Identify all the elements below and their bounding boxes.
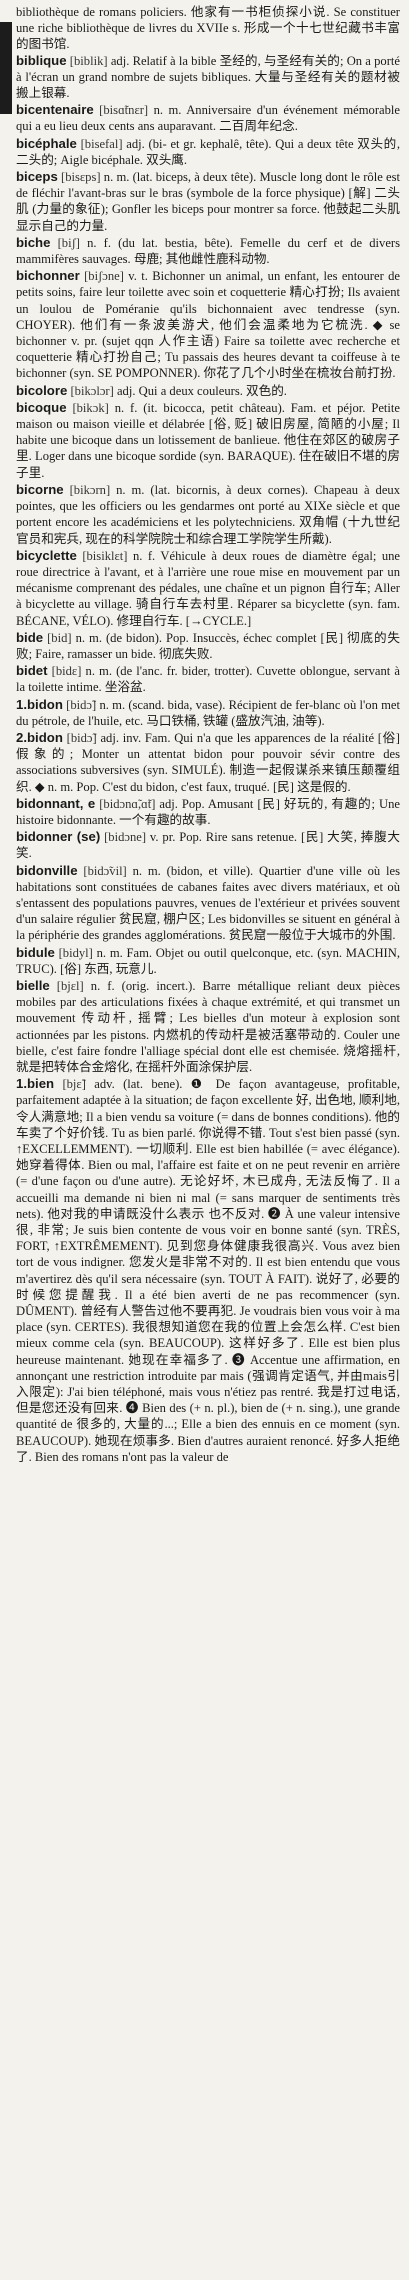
pronunciation: [bisiklɛt] — [82, 548, 128, 563]
dictionary-page: bibliothèque de romans policiers. 他家有一书柜… — [16, 4, 400, 1465]
pronunciation: [bid] — [47, 630, 72, 645]
definition: adj. Qui a deux couleurs. 双色的. — [116, 383, 287, 398]
dictionary-entry: bicoque [bikɔk] n. f. (it. bicocca, peti… — [16, 400, 400, 481]
headword: bidonville — [16, 862, 78, 878]
dictionary-entry: bicentenaire [bisɑ̃tnɛr] n. m. Anniversa… — [16, 102, 400, 134]
pronunciation: [bikɔlɔr] — [70, 383, 114, 398]
pronunciation: [bidɛ] — [51, 664, 82, 679]
pronunciation: [biʃɔne] — [84, 269, 124, 284]
dictionary-entry: biblique [biblik] adj. Relatif à la bibl… — [16, 53, 400, 102]
thumb-index-tab — [0, 22, 12, 114]
headword: bidon — [27, 729, 63, 745]
pronunciation: [bikɔrn] — [69, 482, 111, 497]
headword: bide — [16, 629, 44, 645]
headword: bielle — [16, 977, 50, 993]
pronunciation: [bidɔ̃] — [66, 697, 97, 712]
pronunciation: [bidɔ̃] — [66, 730, 97, 745]
dictionary-entry: 2.bidon [bidɔ̃] adj. inv. Fam. Qui n'a q… — [16, 730, 400, 795]
dictionary-entry: bicolore [bikɔlɔr] adj. Qui a deux coule… — [16, 383, 400, 399]
definition: n. f. (orig. incert.). Barre métallique … — [16, 978, 400, 1074]
headword: biceps — [16, 169, 58, 185]
dictionary-entry: bicorne [bikɔrn] n. m. (lat. bicornis, à… — [16, 482, 400, 547]
headword: bidet — [16, 663, 48, 679]
definition: adv. (lat. bene). ❶ De façon avantageuse… — [16, 1077, 400, 1464]
headword: bien — [27, 1076, 55, 1092]
pronunciation: [bidyl] — [58, 945, 93, 960]
pronunciation: [bikɔk] — [72, 400, 109, 415]
pronunciation: [biblik] — [69, 53, 108, 68]
headword: bidonnant, e — [16, 795, 96, 811]
headword: bicentenaire — [16, 102, 94, 118]
headword: biblique — [16, 52, 67, 68]
headword: bicéphale — [16, 135, 77, 151]
dictionary-entry: bielle [bjɛl] n. f. (orig. incert.). Bar… — [16, 978, 400, 1075]
dictionary-entry: bichonner [biʃɔne] v. t. Bichonner un an… — [16, 268, 400, 381]
dictionary-entry: bidonner (se) [bidɔne] v. pr. Pop. Rire … — [16, 829, 400, 861]
pronunciation: [bidɔ̃vil] — [83, 863, 127, 878]
headword: bicyclette — [16, 547, 77, 563]
headword: bidonner (se) — [16, 829, 101, 845]
dictionary-entry: bicyclette [bisiklɛt] n. f. Véhicule à d… — [16, 548, 400, 629]
pronunciation: [bjɛ̃] — [62, 1077, 86, 1092]
pronunciation: [bisɑ̃tnɛr] — [99, 103, 149, 118]
dictionary-entry: 1.bidon [bidɔ̃] n. m. (scand. bida, vase… — [16, 697, 400, 729]
definition: v. t. Bichonner un animal, un enfant, le… — [16, 269, 400, 381]
headword: bidule — [16, 944, 55, 960]
pronunciation: [bidɔne] — [104, 830, 147, 845]
pronunciation: [bisɛps] — [61, 170, 101, 185]
homograph-number: 1. — [16, 696, 27, 712]
homograph-number: 1. — [16, 1076, 27, 1092]
dictionary-entry: 1.bien [bjɛ̃] adv. (lat. bene). ❶ De faç… — [16, 1076, 400, 1465]
dictionary-entry: bide [bid] n. m. (de bidon). Pop. Insucc… — [16, 630, 400, 662]
dictionary-entry: bicéphale [bisefal] adj. (bi- et gr. kep… — [16, 136, 400, 168]
headword: biche — [16, 234, 51, 250]
dictionary-entry: bidet [bidɛ] n. m. (de l'anc. fr. bider,… — [16, 663, 400, 695]
headword: bidon — [27, 696, 63, 712]
pronunciation: [biʃ] — [57, 235, 80, 250]
headword: bicolore — [16, 382, 68, 398]
headword: bicorne — [16, 481, 64, 497]
dictionary-entry: biceps [bisɛps] n. m. (lat. biceps, à de… — [16, 169, 400, 234]
continuation-text: bibliothèque de romans policiers. 他家有一书柜… — [16, 5, 400, 52]
definition: n. m. (de bidon). Pop. Insuccès, échec c… — [16, 630, 401, 661]
dictionary-entry: biche [biʃ] n. f. (du lat. bestia, bête)… — [16, 235, 400, 267]
pronunciation: [bisefal] — [80, 136, 123, 151]
homograph-number: 2. — [16, 729, 27, 745]
dictionary-entry: bidule [bidyl] n. m. Fam. Objet ou outil… — [16, 945, 400, 977]
dictionary-entry: bidonnant, e [bidɔnɑ̃,ɑ̃t] adj. Pop. Amu… — [16, 796, 400, 828]
pronunciation: [bjɛl] — [56, 978, 84, 993]
headword: bicoque — [16, 399, 67, 415]
entry-list: biblique [biblik] adj. Relatif à la bibl… — [16, 53, 400, 1465]
dictionary-entry: bidonville [bidɔ̃vil] n. m. (bidon, et v… — [16, 863, 400, 944]
pronunciation: [bidɔnɑ̃,ɑ̃t] — [99, 796, 156, 811]
headword: bichonner — [16, 268, 80, 284]
